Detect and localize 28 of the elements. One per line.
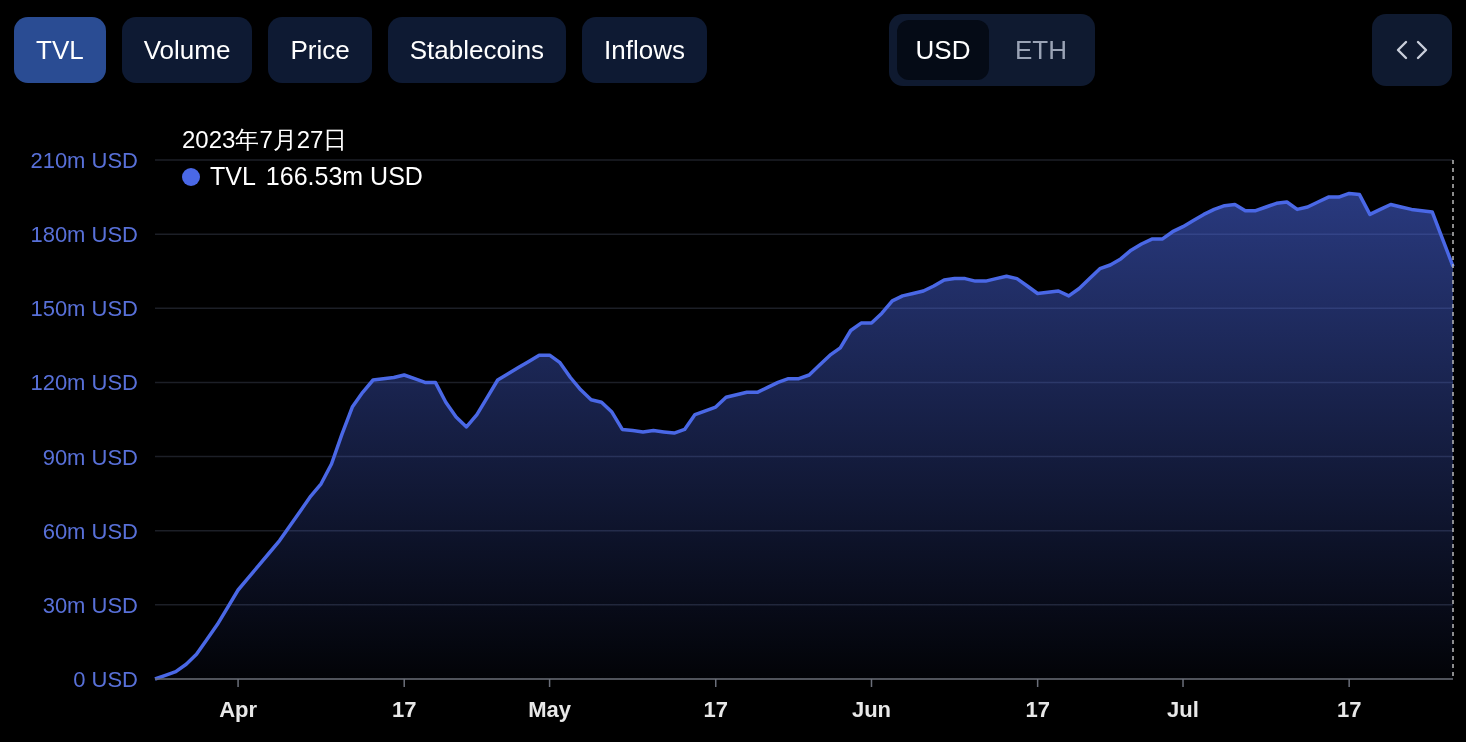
chart-tab[interactable]: Stablecoins <box>387 17 567 83</box>
y-axis-label: 60m USD <box>42 518 138 544</box>
tooltip-date: 2023年7月27日 <box>182 125 349 155</box>
x-axis-label: 17 <box>1025 697 1050 722</box>
x-axis-label: Apr <box>219 697 257 722</box>
y-axis-label: 30m USD <box>42 592 138 618</box>
currency-option[interactable]: ETH <box>995 20 1087 80</box>
y-axis-label: 120m USD <box>30 370 138 396</box>
chart-tab[interactable]: Inflows <box>582 17 707 83</box>
x-axis-label: 17 <box>703 697 728 722</box>
y-axis-label: 180m USD <box>30 222 138 248</box>
y-axis-label: 150m USD <box>30 296 138 322</box>
tooltip-series: TVL <box>210 162 256 191</box>
x-axis-label: Jul <box>1167 697 1199 722</box>
chart-tab[interactable]: Volume <box>121 17 253 83</box>
embed-button[interactable] <box>1372 14 1452 86</box>
y-axis-label: 210m USD <box>30 148 138 173</box>
y-axis-label: 0 USD <box>73 667 138 692</box>
y-axis-label: 90m USD <box>42 444 138 470</box>
code-icon <box>1396 40 1428 60</box>
chart-tab[interactable]: Price <box>268 17 372 83</box>
x-axis-label: 17 <box>1336 697 1362 722</box>
chart-tab[interactable]: TVL <box>14 17 106 83</box>
x-axis-label: May <box>528 697 571 722</box>
currency-option[interactable]: USD <box>897 20 989 80</box>
x-axis-label: Jun <box>851 697 892 722</box>
tooltip-value: 166.53m USD <box>265 162 423 191</box>
x-axis-label: 17 <box>391 697 417 722</box>
